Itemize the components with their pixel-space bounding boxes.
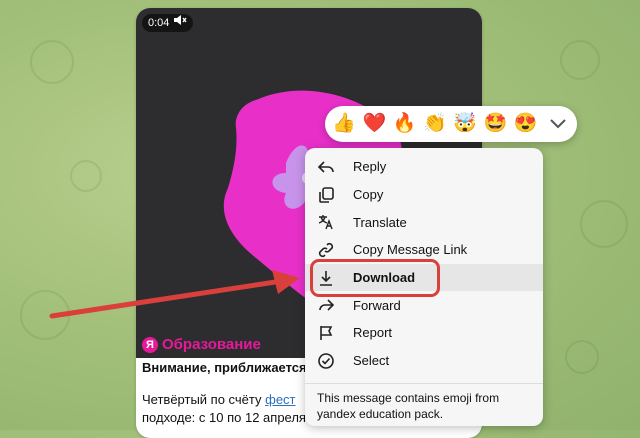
menu-item-label: Copy Message Link xyxy=(353,242,468,258)
menu-item-label: Translate xyxy=(353,214,407,230)
reaction-thumbs-up[interactable]: 👍 xyxy=(331,110,357,138)
brand-logo: Я xyxy=(142,336,158,353)
background-doodle xyxy=(580,200,628,248)
menu-item-label: Reply xyxy=(353,159,387,175)
chevron-down-icon[interactable] xyxy=(545,110,571,138)
menu-divider xyxy=(305,382,543,384)
check-circle-icon xyxy=(317,352,335,370)
menu-item-label: Select xyxy=(353,353,390,369)
background-doodle xyxy=(20,290,70,340)
muted-speaker-icon[interactable] xyxy=(173,14,187,32)
menu-item-select[interactable]: Select xyxy=(305,347,543,375)
caption-link[interactable]: фест xyxy=(265,392,295,407)
forward-icon xyxy=(317,296,335,314)
translate-icon xyxy=(317,213,335,231)
background-doodle xyxy=(565,340,599,374)
menu-item-label: Report xyxy=(353,325,393,341)
duration-text: 0:04 xyxy=(148,17,170,29)
background-doodle xyxy=(560,40,600,80)
reaction-heart[interactable]: ❤️ xyxy=(361,110,387,138)
duration-badge: 0:04 xyxy=(142,14,194,32)
reaction-heart-eyes[interactable]: 😍 xyxy=(513,110,539,138)
menu-item-translate[interactable]: Translate xyxy=(305,208,543,236)
menu-item-copy[interactable]: Copy xyxy=(305,181,543,209)
reaction-fire[interactable]: 🔥 xyxy=(392,110,418,138)
menu-item-reply[interactable]: Reply xyxy=(305,153,543,181)
annotation-highlight-box xyxy=(310,259,440,297)
background-doodle xyxy=(70,160,102,192)
reply-icon xyxy=(317,158,335,176)
menu-item-label: Copy xyxy=(353,187,384,203)
link-icon xyxy=(317,241,335,259)
reaction-clap[interactable]: 👏 xyxy=(422,110,448,138)
background-doodle xyxy=(30,40,74,84)
emoji-pack-note[interactable]: This message contains emoji from yandex … xyxy=(305,390,543,422)
copy-icon xyxy=(317,186,335,204)
brand-watermark: Я Образование xyxy=(142,336,261,353)
reaction-mind-blown[interactable]: 🤯 xyxy=(452,110,478,138)
caption-text-line1: Четвёртый по счёту xyxy=(142,392,266,407)
menu-item-report[interactable]: Report xyxy=(305,319,543,347)
flag-icon xyxy=(317,324,335,342)
brand-text: Образование xyxy=(162,336,261,353)
reaction-star-struck[interactable]: 🤩 xyxy=(482,110,508,138)
reaction-picker: 👍 ❤️ 🔥 👏 🤯 🤩 😍 xyxy=(325,106,577,142)
menu-item-label: Forward xyxy=(353,297,401,313)
